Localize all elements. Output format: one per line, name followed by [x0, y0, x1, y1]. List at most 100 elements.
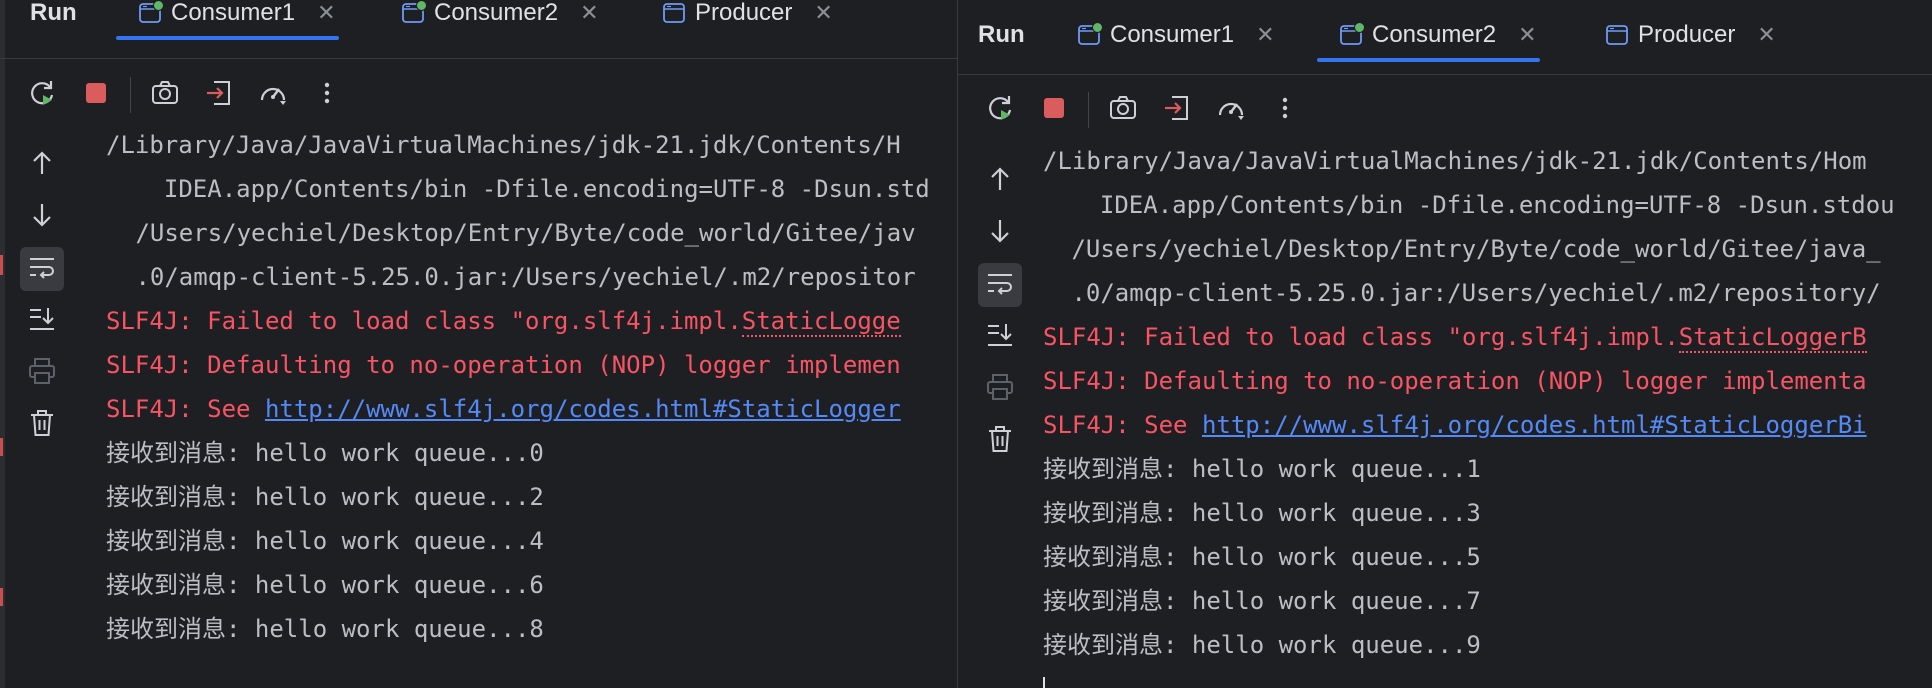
console-line: IDEA.app/Contents/bin -Dfile.encoding=UT… — [135, 175, 930, 203]
soft-wrap-button[interactable] — [20, 247, 64, 291]
stop-button[interactable] — [74, 73, 118, 117]
console-line: 接收到消息: hello work queue...8 — [106, 615, 544, 643]
error-marker — [0, 255, 3, 275]
tab-consumer2[interactable]: Consumer2 ✕ — [402, 0, 599, 40]
screenshot-button[interactable] — [143, 73, 187, 117]
run-title: Run — [30, 0, 77, 26]
run-toolbar — [978, 88, 1317, 132]
tab-label: Producer — [1638, 21, 1736, 48]
text-caret — [1043, 677, 1045, 688]
scroll-to-end-button[interactable] — [978, 315, 1022, 359]
console-line: 接收到消息: hello work queue...1 — [1043, 455, 1481, 483]
exit-button[interactable] — [1155, 88, 1199, 132]
editor-edge-strip — [0, 0, 5, 688]
toolbar-separator — [1088, 92, 1089, 128]
run-tab-bar: Run Consumer1 ✕ Consumer2 ✕ Producer ✕ — [958, 8, 1932, 62]
console-line: 接收到消息: hello work queue...2 — [106, 483, 544, 511]
stacktrace-link[interactable]: http://www.slf4j.org/codes.html#StaticLo… — [265, 395, 901, 423]
console-line: SLF4J: Defaulting to no-operation (NOP) … — [1043, 367, 1867, 395]
exit-icon — [1162, 93, 1192, 128]
scroll-to-end-button[interactable] — [20, 299, 64, 343]
unresolved-class: StaticLoggerB — [1678, 323, 1867, 353]
print-icon — [985, 372, 1015, 407]
rerun-button[interactable] — [978, 88, 1022, 132]
screenshot-button[interactable] — [1101, 88, 1145, 132]
console-line: 接收到消息: hello work queue...9 — [1043, 631, 1481, 659]
stop-icon — [83, 80, 109, 111]
active-tab-indicator — [1317, 58, 1540, 62]
scroll-up-icon — [986, 165, 1014, 198]
scroll-up-icon — [28, 149, 56, 182]
tab-label: Consumer1 — [1110, 21, 1235, 48]
stop-button[interactable] — [1032, 88, 1076, 132]
close-icon[interactable]: ✕ — [1757, 22, 1775, 48]
console-line: IDEA.app/Contents/bin -Dfile.encoding=UT… — [1071, 191, 1895, 219]
tab-label: Consumer1 — [171, 0, 296, 26]
print-button — [20, 351, 64, 395]
profiler-button[interactable] — [1209, 88, 1253, 132]
console-side-rail — [978, 159, 1022, 471]
stop-icon — [1041, 95, 1067, 126]
scroll-down-icon — [986, 217, 1014, 250]
rerun-icon — [985, 93, 1015, 128]
soft-wrap-icon — [27, 252, 57, 287]
clear-all-button[interactable] — [20, 403, 64, 447]
console-line: 接收到消息: hello work queue...0 — [106, 439, 544, 467]
scroll-up-button[interactable] — [20, 143, 64, 187]
exit-button[interactable] — [197, 73, 241, 117]
scroll-down-button[interactable] — [978, 211, 1022, 255]
screenshot-icon — [150, 78, 180, 113]
rerun-button[interactable] — [20, 73, 64, 117]
scroll-to-end-icon — [985, 320, 1015, 355]
console-line: 接收到消息: hello work queue...4 — [106, 527, 544, 555]
console-line: 接收到消息: hello work queue...3 — [1043, 499, 1481, 527]
more-options-button[interactable] — [305, 73, 349, 117]
close-icon[interactable]: ✕ — [580, 0, 598, 26]
soft-wrap-button[interactable] — [978, 263, 1022, 307]
console-text: SLF4J: Failed to load class "org.slf4j.i… — [1043, 323, 1679, 351]
print-icon — [27, 356, 57, 391]
error-marker — [0, 588, 3, 606]
unresolved-class: StaticLogge — [741, 307, 901, 337]
tab-consumer2[interactable]: Consumer2 ✕ — [1317, 8, 1540, 62]
tab-divider — [958, 74, 1932, 75]
run-toolbar — [20, 73, 359, 117]
clear-all-icon — [985, 424, 1015, 459]
exit-icon — [204, 78, 234, 113]
console-line: /Users/yechiel/Desktop/Entry/Byte/code_w… — [121, 219, 916, 247]
console-line: 接收到消息: hello work queue...7 — [1043, 587, 1481, 615]
active-tab-indicator — [116, 36, 339, 40]
console-text: SLF4J: Failed to load class "org.slf4j.i… — [106, 307, 742, 335]
tab-consumer1[interactable]: Consumer1 ✕ — [116, 0, 339, 40]
console-line: 接收到消息: hello work queue...6 — [106, 571, 544, 599]
tab-producer[interactable]: Producer ✕ — [1606, 8, 1776, 62]
console-output[interactable]: /Library/Java/JavaVirtualMachines/jdk-21… — [83, 130, 958, 688]
more-options-icon — [1270, 93, 1300, 128]
profiler-icon — [1216, 93, 1246, 128]
more-options-button[interactable] — [1263, 88, 1307, 132]
toolbar-separator — [130, 77, 131, 113]
close-icon[interactable]: ✕ — [317, 0, 335, 26]
console-line: /Library/Java/JavaVirtualMachines/jdk-21… — [1043, 147, 1867, 175]
screenshot-icon — [1108, 93, 1138, 128]
console-line: /Library/Java/JavaVirtualMachines/jdk-21… — [106, 131, 901, 159]
profiler-icon — [258, 78, 288, 113]
console-line: SLF4J: See http://www.slf4j.org/codes.ht… — [106, 394, 901, 424]
tab-label: Consumer2 — [434, 0, 559, 26]
stacktrace-link[interactable]: http://www.slf4j.org/codes.html#StaticLo… — [1202, 411, 1867, 439]
console-text: SLF4J: See — [1043, 411, 1202, 439]
run-panel-left: Run Consumer1 ✕ Consumer2 ✕ Producer ✕ /Libra… — [0, 0, 958, 688]
profiler-button[interactable] — [251, 73, 295, 117]
tab-consumer1[interactable]: Consumer1 ✕ — [1078, 8, 1275, 62]
close-icon[interactable]: ✕ — [1518, 22, 1536, 48]
scroll-down-button[interactable] — [20, 195, 64, 239]
close-icon[interactable]: ✕ — [1256, 22, 1274, 48]
clear-all-button[interactable] — [978, 419, 1022, 463]
console-line: 接收到消息: hello work queue...5 — [1043, 543, 1481, 571]
run-panel-right: Run Consumer1 ✕ Consumer2 ✕ Producer ✕ /Libra… — [957, 0, 1932, 688]
scroll-up-button[interactable] — [978, 159, 1022, 203]
console-line: SLF4J: Failed to load class "org.slf4j.i… — [1043, 322, 1867, 353]
tab-producer[interactable]: Producer ✕ — [663, 0, 833, 40]
console-output[interactable]: /Library/Java/JavaVirtualMachines/jdk-21… — [1031, 146, 1932, 688]
close-icon[interactable]: ✕ — [814, 0, 832, 26]
